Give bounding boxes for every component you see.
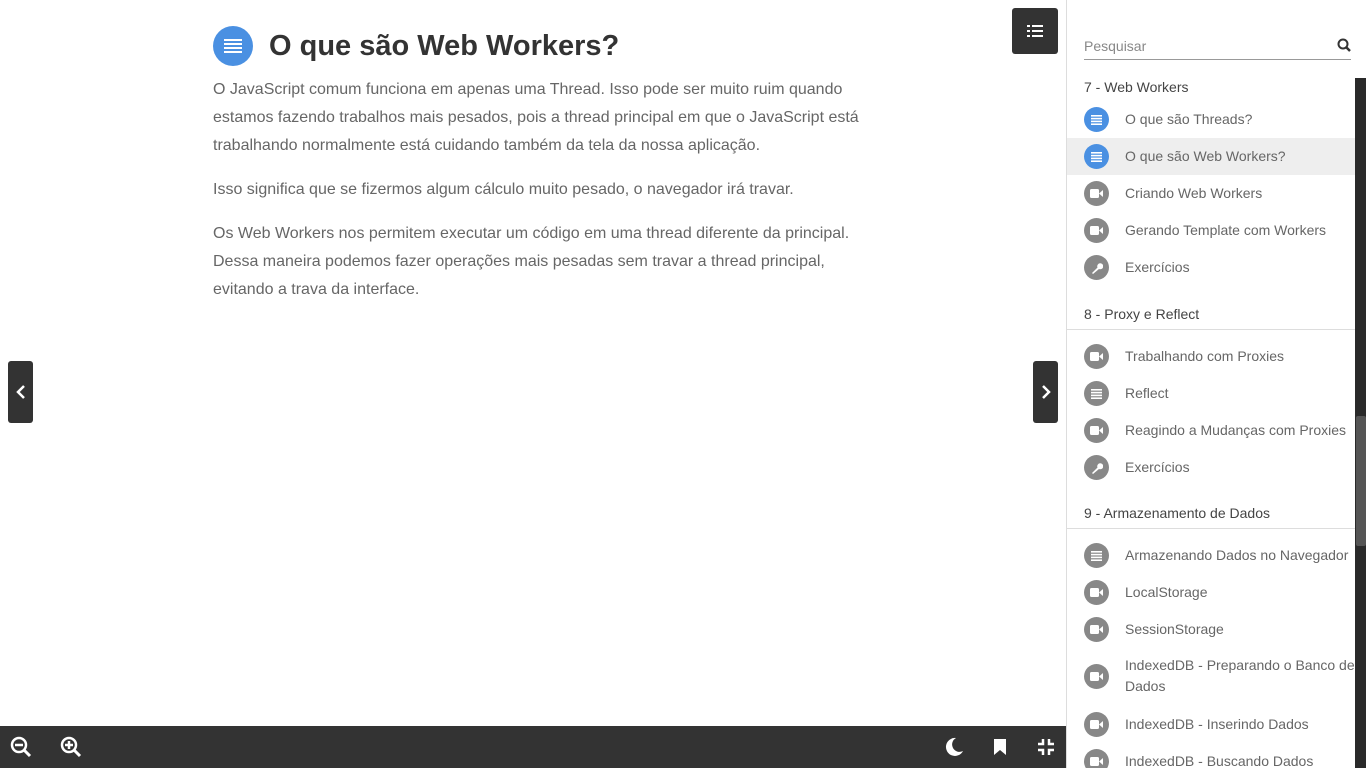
lesson-item[interactable]: LocalStorage: [1067, 574, 1355, 611]
lesson-paragraph: Os Web Workers nos permitem executar um …: [213, 225, 850, 298]
lesson-body: O JavaScript comum funciona em apenas um…: [213, 76, 863, 320]
zoom-in-icon: [60, 736, 82, 758]
list-icon: [1084, 144, 1109, 169]
toggle-toc-button[interactable]: [1012, 8, 1058, 54]
lesson-header: O que são Web Workers?: [213, 26, 619, 66]
section-divider: [1067, 329, 1355, 330]
lesson-item-label: Armazenando Dados no Navegador: [1125, 547, 1349, 563]
lesson-item-label: LocalStorage: [1125, 584, 1208, 600]
lesson-item-label: Reflect: [1125, 385, 1169, 401]
zoom-out-button[interactable]: [0, 726, 42, 768]
lesson-item[interactable]: Reflect: [1067, 375, 1355, 412]
lesson-item[interactable]: IndexedDB - Inserindo Dados: [1067, 706, 1355, 743]
lesson-item[interactable]: Reagindo a Mudanças com Proxies: [1067, 412, 1355, 449]
lesson-item-label: Trabalhando com Proxies: [1125, 348, 1285, 364]
lesson-item[interactable]: Armazenando Dados no Navegador: [1067, 537, 1355, 574]
video-icon: [1084, 344, 1109, 369]
lesson-content-area: O que são Web Workers? O JavaScript comu…: [0, 0, 1066, 726]
exit-fullscreen-button[interactable]: [1025, 726, 1067, 768]
lesson-item-label: IndexedDB - Preparando o Banco de Dados: [1125, 657, 1355, 694]
search-box: [1084, 34, 1351, 60]
list-icon: [1084, 543, 1109, 568]
chevron-right-icon: [1041, 385, 1051, 399]
list-icon: [213, 26, 253, 66]
video-icon: [1084, 580, 1109, 605]
bottom-toolbar: [0, 726, 1066, 768]
next-lesson-button[interactable]: [1033, 361, 1058, 423]
exit-fullscreen-icon: [1038, 739, 1054, 755]
moon-icon: [945, 737, 963, 756]
lesson-item[interactable]: Trabalhando com Proxies: [1067, 338, 1355, 375]
lesson-item-label: IndexedDB - Buscando Dados: [1125, 753, 1314, 768]
scrollbar-thumb[interactable]: [1356, 416, 1366, 546]
lesson-item[interactable]: O que são Threads?: [1067, 101, 1355, 138]
lesson-item-label: IndexedDB - Inserindo Dados: [1125, 716, 1309, 732]
lesson-item-label: Exercícios: [1125, 459, 1190, 475]
section-divider: [1067, 528, 1355, 529]
lesson-paragraph: Isso significa que se fizermos algum cál…: [213, 181, 794, 198]
search-icon[interactable]: [1337, 38, 1351, 52]
lesson-item-label: Exercícios: [1125, 259, 1190, 275]
chevron-left-icon: [15, 385, 25, 399]
zoom-in-button[interactable]: [50, 726, 92, 768]
video-icon: [1084, 617, 1109, 642]
lesson-paragraph: O JavaScript comum funciona em apenas um…: [213, 81, 859, 154]
video-icon: [1084, 181, 1109, 206]
course-sidebar: 7 - Web Workers O que são Threads? O que…: [1066, 0, 1366, 768]
lesson-item[interactable]: Exercícios: [1067, 249, 1355, 286]
lesson-item-active[interactable]: O que são Web Workers?: [1067, 138, 1355, 175]
sidebar-scrollbar[interactable]: [1355, 78, 1366, 768]
search-input[interactable]: [1084, 34, 1324, 58]
video-icon: [1084, 418, 1109, 443]
page-title: O que são Web Workers?: [269, 29, 620, 62]
lesson-item[interactable]: SessionStorage: [1067, 611, 1355, 648]
lesson-item-label: O que são Threads?: [1125, 111, 1253, 127]
lesson-item-label: Gerando Template com Workers: [1125, 222, 1327, 238]
lesson-item[interactable]: IndexedDB - Buscando Dados: [1067, 743, 1355, 768]
section-title: 8 - Proxy e Reflect: [1084, 306, 1200, 322]
wrench-icon: [1084, 455, 1109, 480]
video-icon: [1084, 712, 1109, 737]
night-mode-button[interactable]: [933, 726, 975, 768]
video-icon: [1084, 749, 1109, 768]
list-icon: [1027, 25, 1043, 37]
lesson-item-label: O que são Web Workers?: [1125, 148, 1286, 164]
list-icon: [1084, 381, 1109, 406]
previous-lesson-button[interactable]: [8, 361, 33, 423]
lesson-item[interactable]: Gerando Template com Workers: [1067, 212, 1355, 249]
lesson-item-label: Criando Web Workers: [1125, 185, 1263, 201]
lesson-item[interactable]: Criando Web Workers: [1067, 175, 1355, 212]
video-icon: [1084, 663, 1109, 689]
lesson-item[interactable]: Exercícios: [1067, 449, 1355, 486]
section-title: 7 - Web Workers: [1084, 79, 1189, 95]
list-icon: [1084, 107, 1109, 132]
lesson-item[interactable]: IndexedDB - Preparando o Banco de Dados: [1067, 655, 1355, 697]
section-title: 9 - Armazenamento de Dados: [1084, 505, 1270, 521]
bookmark-button[interactable]: [979, 726, 1021, 768]
lesson-item-label: Reagindo a Mudanças com Proxies: [1125, 422, 1347, 438]
video-icon: [1084, 218, 1109, 243]
lesson-item-label: SessionStorage: [1125, 621, 1224, 637]
bookmark-icon: [994, 739, 1006, 755]
wrench-icon: [1084, 255, 1109, 280]
zoom-out-icon: [10, 736, 32, 758]
